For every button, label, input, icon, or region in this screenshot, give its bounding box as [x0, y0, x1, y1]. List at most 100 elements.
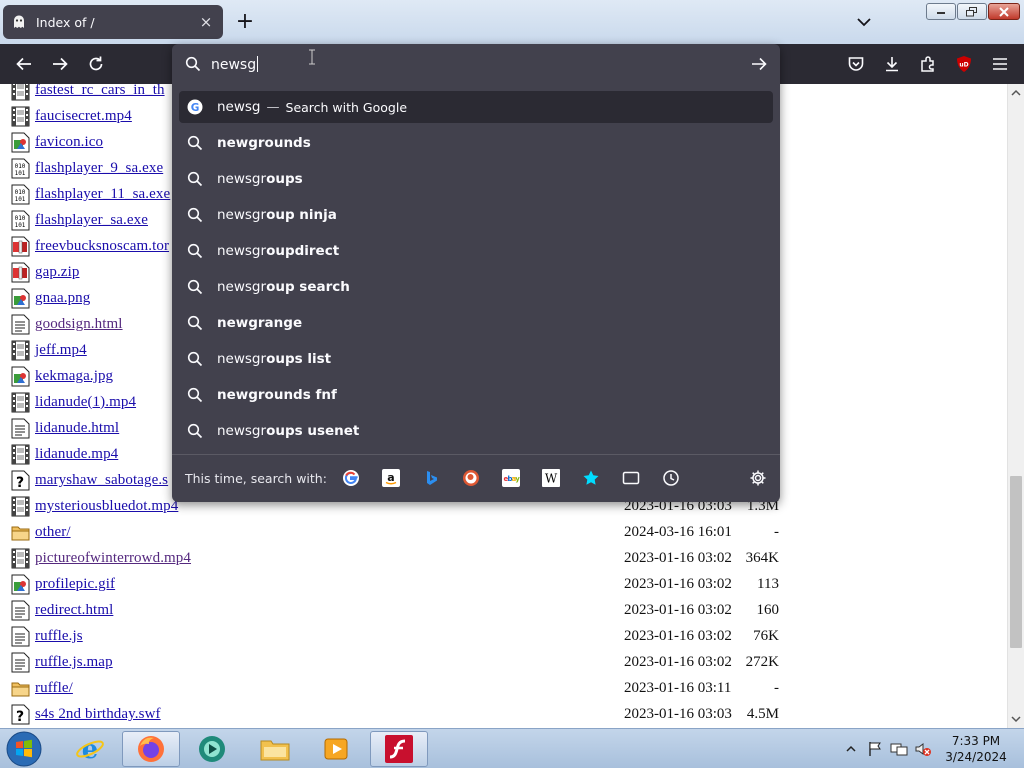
suggestion-typed: newsgr — [217, 423, 267, 439]
forward-button[interactable] — [48, 52, 72, 76]
suggestion-search-google[interactable]: G newsg — Search with Google — [179, 91, 773, 123]
file-link[interactable]: flashplayer_9_sa.exe — [35, 160, 163, 177]
listing-row: ruffle.js 2023-01-16 03:02 76K — [0, 624, 1007, 650]
suggestion-action: Search with Google — [285, 99, 408, 115]
reload-button[interactable] — [84, 52, 108, 76]
suggestion-item[interactable]: newsgroup ninja — [179, 199, 773, 231]
svg-text:e: e — [82, 735, 99, 764]
suggestion-item[interactable]: newsgroupdirect — [179, 235, 773, 267]
close-window-button[interactable] — [988, 3, 1020, 20]
back-button[interactable] — [12, 52, 36, 76]
suggestion-item[interactable]: newsgroup search — [179, 271, 773, 303]
taskbar-ie[interactable]: e — [61, 731, 119, 767]
scrollbar-thumb[interactable] — [1010, 476, 1022, 648]
file-link[interactable]: flashplayer_sa.exe — [35, 212, 148, 229]
file-link[interactable]: jeff.mp4 — [35, 342, 87, 359]
wikipedia-engine-button[interactable]: W — [542, 469, 560, 487]
restore-button[interactable] — [957, 3, 987, 20]
google-engine-button[interactable] — [342, 469, 360, 487]
volume-muted-icon[interactable] — [914, 741, 932, 757]
file-link[interactable]: ruffle.js — [35, 628, 83, 645]
file-link[interactable]: lidanude.html — [35, 420, 119, 437]
pocket-button[interactable] — [844, 52, 868, 76]
system-clock[interactable]: 7:33 PM 3/24/2024 — [940, 733, 1012, 765]
taskbar-firefox[interactable] — [122, 731, 180, 767]
arrow-left-icon — [16, 57, 31, 71]
start-button[interactable] — [4, 730, 44, 768]
tab-index[interactable]: Index of / × — [3, 5, 223, 39]
tabs-engine-button[interactable] — [622, 469, 640, 487]
file-link[interactable]: ruffle.js.map — [35, 654, 113, 671]
vertical-scrollbar[interactable] — [1007, 84, 1024, 728]
suggestion-item[interactable]: newgrange — [179, 307, 773, 339]
bing-engine-button[interactable] — [422, 469, 440, 487]
file-link[interactable]: pictureofwinterrowd.mp4 — [35, 550, 191, 567]
action-center-flag-icon[interactable] — [868, 741, 882, 757]
taskbar-explorer[interactable] — [246, 731, 304, 767]
svg-text:101: 101 — [15, 196, 26, 203]
suggestion-query: newsg — [217, 99, 261, 115]
search-icon — [187, 243, 203, 259]
show-hidden-icons-icon[interactable] — [844, 742, 858, 756]
bookmarks-engine-button[interactable] — [582, 469, 600, 487]
file-link[interactable]: profilepic.gif — [35, 576, 115, 593]
image-file-icon — [11, 366, 30, 387]
scroll-up-icon[interactable] — [1011, 88, 1021, 98]
history-engine-button[interactable] — [662, 469, 680, 487]
file-link[interactable]: gap.zip — [35, 264, 79, 281]
file-link[interactable]: mysteriousbluedot.mp4 — [35, 498, 178, 515]
extensions-button[interactable] — [916, 52, 940, 76]
duckduckgo-engine-button[interactable] — [462, 469, 480, 487]
network-icon[interactable] — [890, 741, 908, 757]
file-link[interactable]: other/ — [35, 524, 71, 541]
new-tab-button[interactable]: + — [234, 9, 256, 35]
reload-icon — [89, 56, 103, 71]
suggestion-typed: newsgr — [217, 171, 267, 187]
file-link[interactable]: fastest_rc_cars_in_th — [35, 84, 165, 99]
taskbar-flash-player[interactable] — [370, 731, 428, 767]
duckduckgo-icon — [463, 470, 479, 486]
ebay-engine-button[interactable]: ebay — [502, 469, 520, 487]
file-link[interactable]: maryshaw_sabotage.s — [35, 472, 168, 489]
file-link[interactable]: goodsign.html — [35, 316, 123, 333]
suggestion-item[interactable]: newgrounds — [179, 127, 773, 159]
tab-close-icon[interactable]: × — [197, 13, 215, 31]
file-link[interactable]: gnaa.png — [35, 290, 90, 307]
file-link[interactable]: s4s 2nd birthday.swf — [35, 706, 161, 723]
file-link[interactable]: flashplayer_11_sa.exe — [35, 186, 170, 203]
go-arrow-icon[interactable] — [750, 55, 768, 73]
archive-file-icon — [11, 236, 30, 257]
chevron-down-icon[interactable] — [852, 10, 876, 34]
media-player-icon — [324, 738, 348, 760]
minimize-button[interactable] — [926, 3, 956, 20]
search-icon — [187, 387, 203, 403]
file-size: - — [774, 524, 779, 540]
menu-button[interactable] — [988, 52, 1012, 76]
text-cursor-icon — [309, 49, 315, 65]
suggestion-text: newsgroup search — [217, 279, 350, 295]
file-link[interactable]: faucisecret.mp4 — [35, 108, 132, 125]
file-link[interactable]: freevbucksnoscam.tor — [35, 238, 169, 255]
suggestion-item[interactable]: newsgroups list — [179, 343, 773, 375]
suggestion-item[interactable]: newgrounds fnf — [179, 379, 773, 411]
file-link[interactable]: favicon.ico — [35, 134, 103, 151]
file-link[interactable]: kekmaga.jpg — [35, 368, 113, 385]
search-settings-button[interactable] — [749, 469, 767, 487]
taskbar-app[interactable] — [183, 731, 241, 767]
amazon-engine-button[interactable]: a — [382, 469, 400, 487]
suggestion-item[interactable]: newsgroups usenet — [179, 415, 773, 447]
file-link[interactable]: lidanude.mp4 — [35, 446, 118, 463]
file-link[interactable]: lidanude(1).mp4 — [35, 394, 136, 411]
unknown-file-icon: ? — [11, 704, 30, 725]
text-file-icon — [11, 652, 30, 673]
file-link[interactable]: ruffle/ — [35, 680, 73, 697]
file-link[interactable]: redirect.html — [35, 602, 113, 619]
downloads-button[interactable] — [880, 52, 904, 76]
amazon-icon: a — [382, 469, 400, 487]
ublock-button[interactable]: uD — [952, 52, 976, 76]
suggestion-item[interactable]: newsgroups — [179, 163, 773, 195]
scroll-down-icon[interactable] — [1011, 714, 1021, 724]
taskbar-media-player[interactable] — [307, 731, 365, 767]
urlbar-text[interactable]: newsg — [211, 56, 259, 73]
urlbar-input[interactable]: newsg — [172, 44, 780, 84]
